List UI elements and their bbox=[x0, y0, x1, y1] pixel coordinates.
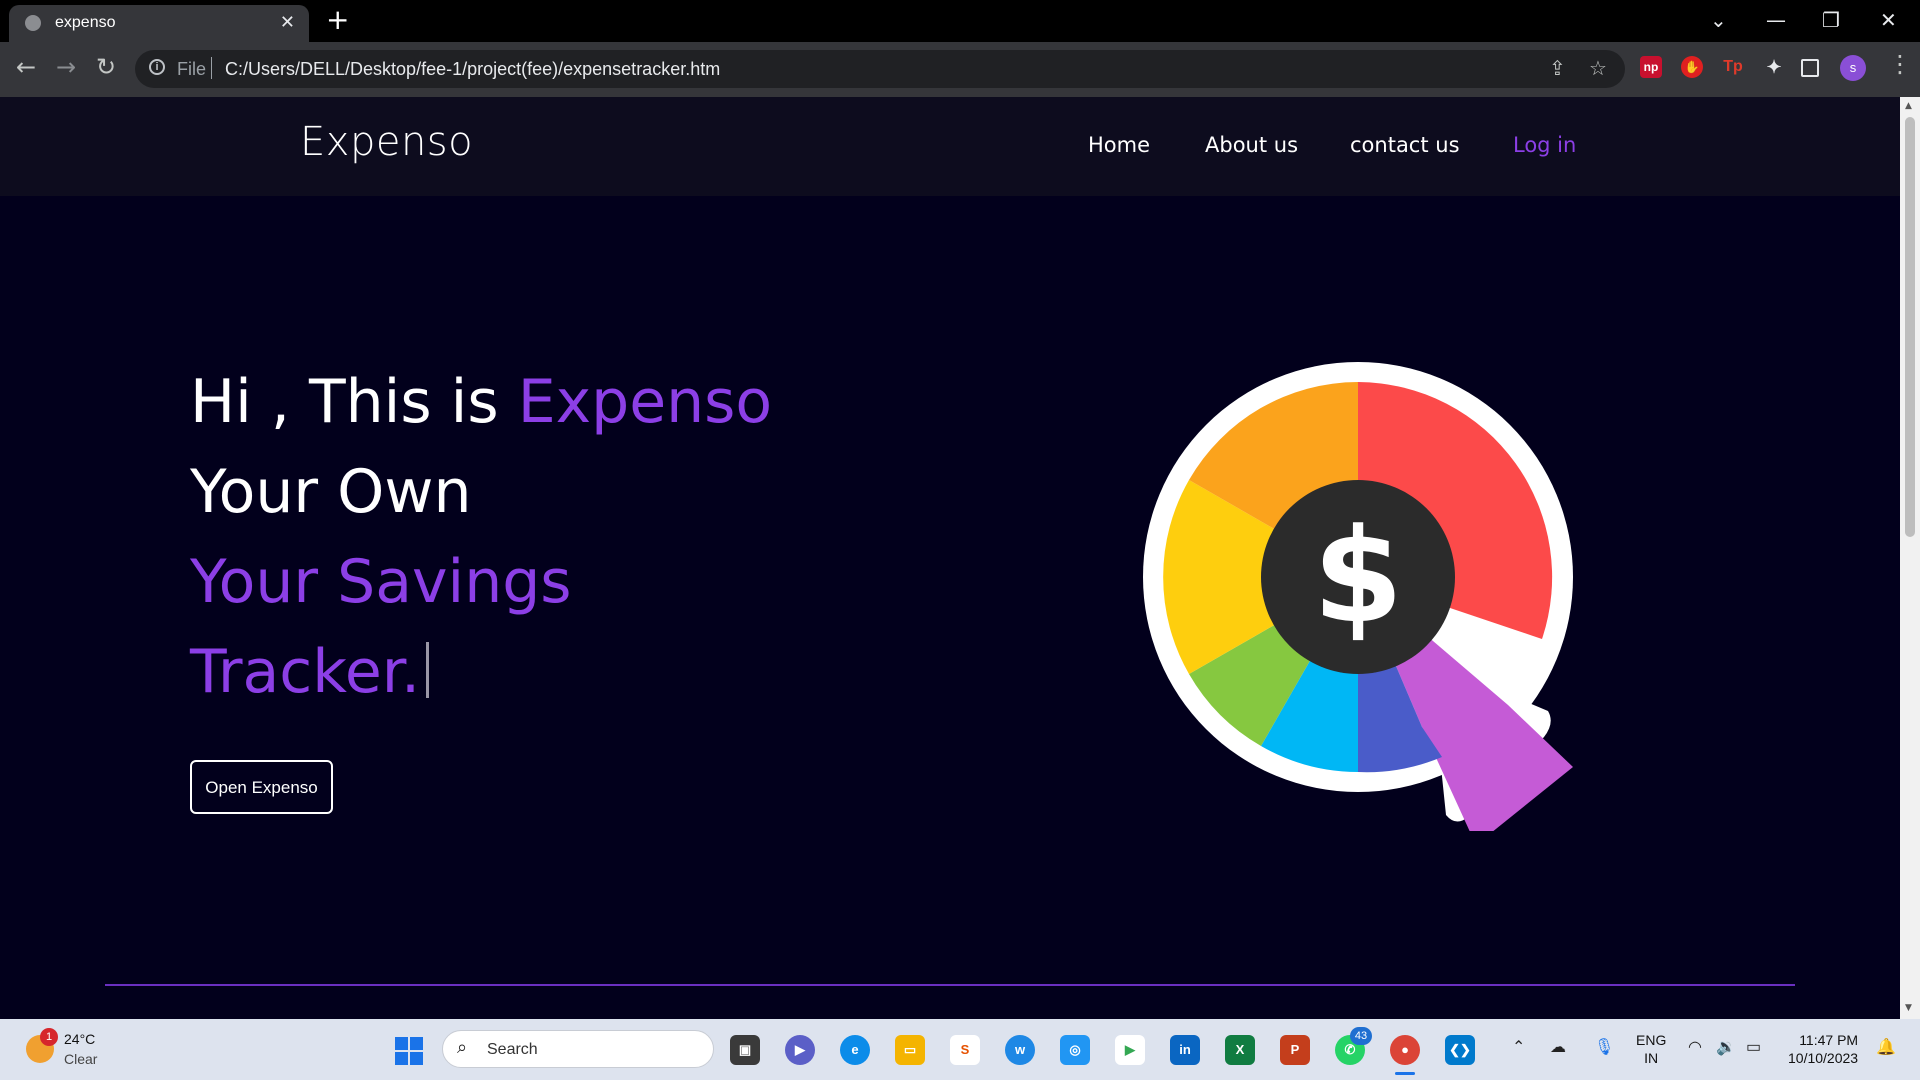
windows-taskbar: 1 24°C Clear ⌕ Search ▣ ▶ e ▭ S w ◎ ▶ in… bbox=[0, 1019, 1920, 1080]
url-text[interactable]: C:/Users/DELL/Desktop/fee-1/project(fee)… bbox=[225, 59, 720, 80]
app-w-icon[interactable]: w bbox=[1005, 1035, 1035, 1065]
browser-toolbar: ← → ↻ i File C:/Users/DELL/Desktop/fee-1… bbox=[0, 42, 1920, 97]
extension-np-icon[interactable]: np bbox=[1640, 56, 1662, 78]
taskbar-search[interactable]: ⌕ Search bbox=[442, 1030, 714, 1068]
nav-contact[interactable]: contact us bbox=[1350, 133, 1460, 157]
scroll-down-icon[interactable]: ▼ bbox=[1905, 1003, 1912, 1013]
info-icon[interactable]: i bbox=[149, 59, 165, 75]
hero-line-2: Your Own bbox=[190, 457, 472, 527]
site-navbar: Expenso Home About us contact us Log in bbox=[0, 97, 1900, 196]
extensions-icon[interactable]: ✦ bbox=[1763, 56, 1785, 78]
clock-time: 11:47 PM bbox=[1799, 1032, 1859, 1048]
excel-icon[interactable]: X bbox=[1225, 1035, 1255, 1065]
nav-home[interactable]: Home bbox=[1088, 133, 1150, 157]
profile-avatar[interactable]: s bbox=[1840, 55, 1866, 81]
search-label: Search bbox=[487, 1041, 538, 1058]
reload-icon[interactable]: ↻ bbox=[96, 52, 116, 82]
new-tab-button[interactable]: + bbox=[326, 4, 349, 36]
microphone-icon[interactable]: 🎙 bbox=[1594, 1037, 1614, 1057]
scrollbar-thumb[interactable] bbox=[1905, 117, 1915, 537]
hero-line-3: Your Savings bbox=[190, 547, 572, 617]
page-scrollbar[interactable]: ▲ ▼ bbox=[1900, 97, 1920, 1019]
app-s-icon[interactable]: S bbox=[950, 1035, 980, 1065]
extension-tp-icon[interactable]: Tp bbox=[1722, 56, 1744, 78]
restore-icon[interactable]: ❐ bbox=[1822, 8, 1840, 32]
open-expenso-button[interactable]: Open Expenso bbox=[190, 760, 333, 814]
show-hidden-icons-icon[interactable]: ⌃ bbox=[1512, 1037, 1525, 1057]
file-explorer-icon[interactable]: ▭ bbox=[895, 1035, 925, 1065]
edge-icon[interactable]: e bbox=[840, 1035, 870, 1065]
battery-icon[interactable]: ▭ bbox=[1746, 1037, 1761, 1057]
wifi-icon[interactable]: ◠ bbox=[1688, 1037, 1702, 1057]
close-tab-icon[interactable]: ✕ bbox=[280, 12, 295, 33]
site-brand[interactable]: Expenso bbox=[300, 119, 473, 165]
hero-line-1: Hi , This is Expenso bbox=[190, 367, 772, 437]
chrome-active-indicator bbox=[1395, 1072, 1415, 1075]
hero-typed-text: Tracker. bbox=[190, 637, 421, 707]
tab-title: expenso bbox=[55, 14, 116, 31]
clock-date: 10/10/2023 bbox=[1788, 1050, 1859, 1066]
volume-icon[interactable]: 🔉 bbox=[1716, 1037, 1736, 1057]
language-code: ENG bbox=[1636, 1032, 1667, 1048]
scroll-up-icon[interactable]: ▲ bbox=[1905, 101, 1912, 111]
tab-search-icon[interactable]: ⌄ bbox=[1710, 8, 1727, 32]
forward-icon[interactable]: → bbox=[56, 52, 76, 82]
sidepanel-icon[interactable] bbox=[1801, 59, 1819, 77]
nav-about[interactable]: About us bbox=[1205, 133, 1298, 157]
share-icon[interactable]: ⇪ bbox=[1549, 56, 1566, 81]
weather-alert-badge: 1 bbox=[40, 1028, 58, 1046]
globe-icon bbox=[25, 15, 41, 31]
app-ring-icon[interactable]: ◎ bbox=[1060, 1035, 1090, 1065]
dollar-pie-logo: $ bbox=[1143, 362, 1573, 831]
task-view-icon[interactable]: ▣ bbox=[730, 1035, 760, 1065]
teams-chat-icon[interactable]: ▶ bbox=[785, 1035, 815, 1065]
url-scheme: File bbox=[177, 59, 207, 79]
star-icon[interactable]: ☆ bbox=[1589, 56, 1607, 81]
system-clock[interactable]: 11:47 PM 10/10/2023 bbox=[1788, 1031, 1858, 1067]
onedrive-icon[interactable]: ☁ bbox=[1550, 1037, 1566, 1057]
web-page: Expenso Home About us contact us Log in … bbox=[0, 97, 1900, 1019]
browser-tabbar: expenso ✕ + ⌄ — ❐ ✕ bbox=[0, 0, 1920, 42]
linkedin-icon[interactable]: in bbox=[1170, 1035, 1200, 1065]
menu-icon[interactable]: ⋮ bbox=[1888, 50, 1912, 78]
browser-tab[interactable]: expenso ✕ bbox=[9, 5, 309, 42]
weather-temperature[interactable]: 24°C bbox=[64, 1031, 95, 1047]
hero-greeting: Hi , This is bbox=[190, 367, 518, 437]
extension-adblock-icon[interactable]: ✋ bbox=[1681, 56, 1703, 78]
url-separator bbox=[211, 57, 212, 79]
google-meet-icon[interactable]: ▶ bbox=[1115, 1035, 1145, 1065]
notification-icon[interactable]: 🔔 bbox=[1876, 1037, 1896, 1057]
weather-condition[interactable]: Clear bbox=[64, 1051, 97, 1067]
powerpoint-icon[interactable]: P bbox=[1280, 1035, 1310, 1065]
nav-login[interactable]: Log in bbox=[1513, 133, 1576, 157]
hero-brand-accent: Expenso bbox=[517, 367, 773, 437]
language-region: IN bbox=[1644, 1050, 1659, 1066]
hero-line-4: Tracker. bbox=[190, 637, 430, 707]
whatsapp-badge: 43 bbox=[1350, 1027, 1372, 1045]
address-bar[interactable]: i File C:/Users/DELL/Desktop/fee-1/proje… bbox=[135, 50, 1625, 88]
typing-caret bbox=[426, 642, 430, 698]
close-window-icon[interactable]: ✕ bbox=[1880, 8, 1897, 32]
minimize-icon[interactable]: — bbox=[1766, 8, 1786, 32]
vscode-icon[interactable]: ❮❯ bbox=[1445, 1035, 1475, 1065]
windows-icon[interactable] bbox=[395, 1037, 423, 1065]
dollar-symbol: $ bbox=[1313, 500, 1403, 652]
back-icon[interactable]: ← bbox=[16, 52, 36, 82]
chrome-icon[interactable]: ● bbox=[1390, 1035, 1420, 1065]
search-icon: ⌕ bbox=[457, 1037, 468, 1057]
language-indicator[interactable]: ENG IN bbox=[1636, 1031, 1666, 1067]
section-divider bbox=[105, 984, 1795, 986]
